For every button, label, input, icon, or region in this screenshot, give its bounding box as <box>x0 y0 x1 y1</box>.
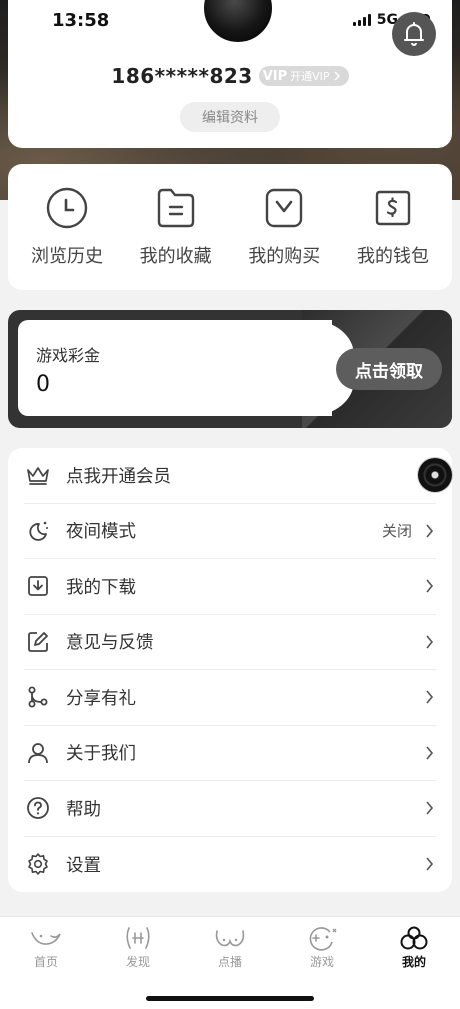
user-icon <box>24 739 52 767</box>
menu-item-settings[interactable]: 设置 <box>24 837 436 893</box>
crown-icon <box>24 461 52 489</box>
phone-number: 186*****823 <box>111 64 253 88</box>
game-bonus-card: 游戏彩金 0 点击领取 <box>8 310 452 428</box>
tab-label: 首页 <box>33 955 58 969</box>
folder-icon <box>157 188 194 228</box>
game-tab-icon <box>309 927 337 951</box>
edit-profile-button[interactable]: 编辑资料 <box>180 102 280 132</box>
help-icon <box>24 794 52 822</box>
menu-item-downloads[interactable]: 我的下载 <box>24 559 436 615</box>
shortcut-label: 浏览历史 <box>31 246 103 267</box>
status-bar: 13:58 5G <box>0 0 460 40</box>
profile-info-row: 186*****823 VIP 开通VIP <box>8 64 452 88</box>
notification-button[interactable] <box>392 12 436 56</box>
night-mode-status: 关闭 <box>381 522 412 541</box>
clock-icon <box>46 187 88 229</box>
menu-item-about[interactable]: 关于我们 <box>24 726 436 781</box>
chevron-right-icon <box>422 524 436 538</box>
menu-item-help[interactable]: 帮助 <box>24 781 436 837</box>
bell-icon <box>404 22 424 46</box>
game-bonus-panel: 游戏彩金 0 <box>18 320 354 416</box>
status-time: 13:58 <box>52 9 110 31</box>
signal-icon <box>352 14 371 26</box>
home-indicator[interactable] <box>146 996 314 1001</box>
chevron-right-icon <box>422 690 436 704</box>
share-icon <box>24 683 52 711</box>
menu-label: 帮助 <box>66 799 101 820</box>
vip-badge[interactable]: VIP 开通VIP <box>258 66 349 86</box>
chevron-right-icon <box>422 579 436 593</box>
gear-icon <box>24 850 52 878</box>
vod-tab-icon <box>215 930 245 947</box>
tab-label: 发现 <box>125 955 150 969</box>
menu-item-share[interactable]: 分享有礼 <box>24 670 436 726</box>
claim-button[interactable]: 点击领取 <box>336 348 442 390</box>
download-icon <box>24 572 52 600</box>
shortcut-label: 我的收藏 <box>139 246 212 267</box>
menu-label: 关于我们 <box>66 744 136 765</box>
chevron-right-icon <box>422 746 436 760</box>
chevron-right-icon <box>422 635 436 649</box>
settings-menu: 点我开通会员 夜间模式 关闭 我的下载 意见与反馈 分享有礼 关于我们 帮助 设… <box>8 448 452 892</box>
shortcut-favorites[interactable]: 我的收藏 <box>131 186 221 290</box>
game-bonus-title: 游戏彩金 <box>36 346 101 365</box>
menu-label: 点我开通会员 <box>66 466 171 487</box>
wallet-icon <box>375 190 411 226</box>
moon-icon <box>24 517 52 545</box>
discover-tab-icon <box>126 927 150 949</box>
tab-mine[interactable]: 我的 <box>379 925 449 1009</box>
chevron-right-icon <box>422 857 436 871</box>
tab-label: 游戏 <box>309 955 334 969</box>
shortcut-wallet[interactable]: 我的钱包 <box>348 186 438 290</box>
edit-icon <box>24 628 52 656</box>
mine-tab-icon <box>400 926 428 950</box>
tab-label: 点播 <box>217 955 242 969</box>
shortcut-history[interactable]: 浏览历史 <box>22 186 112 290</box>
vip-logo: VIP <box>262 68 288 84</box>
tab-label: 我的 <box>401 955 426 969</box>
chevron-right-icon <box>334 71 340 81</box>
shortcut-card: 浏览历史 我的收藏 我的购买 我的钱包 <box>8 164 452 290</box>
chevron-right-icon <box>422 801 436 815</box>
shortcut-purchases[interactable]: 我的购买 <box>239 186 329 290</box>
music-disc-icon[interactable] <box>418 458 452 492</box>
menu-label: 意见与反馈 <box>66 633 154 654</box>
menu-label: 夜间模式 <box>66 522 136 543</box>
shortcut-label: 我的钱包 <box>356 246 429 267</box>
home-tab-icon <box>31 932 61 945</box>
menu-label: 我的下载 <box>66 577 136 598</box>
game-bonus-value: 0 <box>36 372 50 397</box>
vip-badge-label: 开通VIP <box>290 70 330 83</box>
menu-item-feedback[interactable]: 意见与反馈 <box>24 615 436 670</box>
shortcut-label: 我的购买 <box>248 246 321 267</box>
tab-home[interactable]: 首页 <box>11 925 81 1009</box>
menu-label: 分享有礼 <box>66 688 136 709</box>
menu-item-vip[interactable]: 点我开通会员 <box>24 448 452 504</box>
menu-item-night-mode[interactable]: 夜间模式 关闭 <box>24 504 436 559</box>
bag-icon <box>266 188 303 228</box>
menu-label: 设置 <box>66 855 101 876</box>
